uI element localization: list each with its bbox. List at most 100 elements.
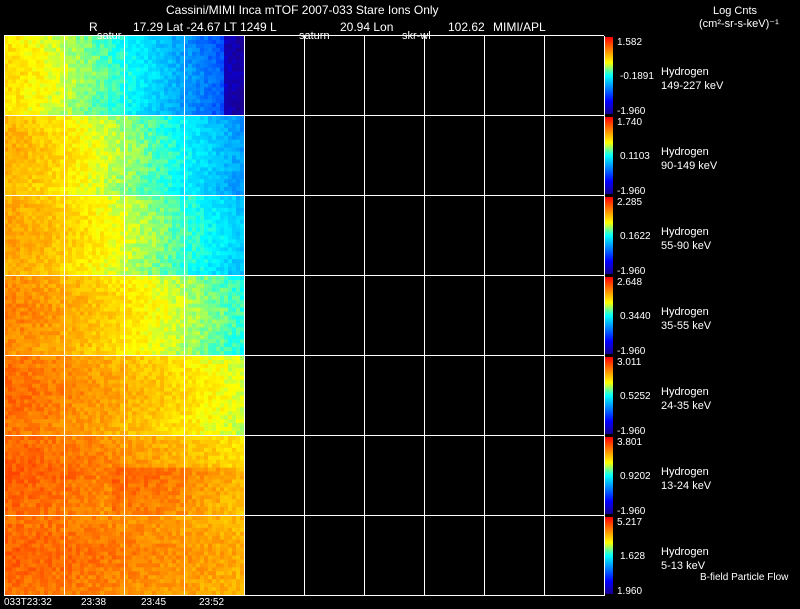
heatmap-cell — [96, 159, 101, 164]
heatmap-cell — [92, 155, 97, 160]
heatmap-cell — [208, 343, 213, 348]
heatmap-cell — [12, 147, 17, 152]
heatmap-cell — [92, 47, 97, 53]
heatmap-cell — [160, 271, 165, 276]
heatmap-cell — [208, 167, 213, 172]
heatmap-cell — [156, 291, 161, 297]
heatmap-cell — [84, 259, 89, 264]
heatmap-cell — [96, 51, 101, 57]
heatmap-cell — [240, 239, 245, 244]
heatmap-cell — [80, 39, 85, 45]
heatmap-cell — [76, 243, 81, 248]
heatmap-cell — [228, 75, 233, 80]
heatmap-cell — [100, 311, 105, 316]
heatmap-cell — [20, 375, 25, 381]
heatmap-cell — [168, 299, 173, 305]
heatmap-cell — [168, 343, 173, 348]
heatmap-cell — [76, 255, 81, 260]
heatmap-cell — [56, 55, 61, 61]
heatmap-cell — [20, 83, 25, 88]
heatmap-cell — [180, 196, 185, 201]
heatmap-cell — [200, 131, 205, 137]
heatmap-cell — [228, 343, 233, 348]
heatmap-cell — [216, 327, 221, 332]
heatmap-cell — [60, 91, 65, 96]
heatmap-cell — [16, 67, 21, 72]
heatmap-cell — [172, 139, 177, 145]
heatmap-cell — [236, 315, 241, 320]
heatmap-cell — [20, 307, 25, 312]
heatmap-cell — [112, 151, 117, 156]
heatmap-cell — [216, 47, 221, 53]
heatmap-cell — [60, 111, 65, 116]
heatmap-cell — [232, 227, 237, 232]
heatmap-cell — [88, 335, 93, 340]
heatmap-cell — [20, 175, 25, 180]
heatmap-cell — [180, 215, 185, 221]
heatmap-cell — [200, 67, 205, 72]
heatmap-cell — [176, 351, 181, 356]
heatmap-cell — [100, 255, 105, 260]
heatmap-cell — [204, 311, 209, 316]
heatmap-cell — [60, 116, 65, 121]
heatmap-cell — [236, 223, 241, 228]
heatmap-cell — [100, 276, 105, 281]
heatmap-cell — [224, 287, 229, 293]
heatmap-cell — [92, 227, 97, 232]
heatmap-cell — [20, 267, 25, 272]
heatmap-cell — [144, 223, 149, 228]
heatmap-cell — [156, 335, 161, 340]
heatmap-cell — [84, 47, 89, 53]
heatmap-cell — [28, 367, 33, 373]
heatmap-cell — [216, 55, 221, 61]
heatmap-cell — [56, 327, 61, 332]
heatmap-cell — [8, 279, 13, 285]
heatmap-cell — [92, 127, 97, 133]
heatmap-cell — [20, 303, 25, 308]
heatmap-cell — [96, 251, 101, 256]
heatmap-cell — [236, 59, 241, 65]
heatmap-cell — [100, 63, 105, 68]
heatmap-cell — [84, 283, 89, 289]
heatmap-cell — [196, 116, 201, 121]
heatmap-cell — [60, 167, 65, 172]
heatmap-cell — [108, 287, 113, 293]
heatmap-cell — [200, 271, 205, 276]
heatmap-cell — [160, 327, 165, 332]
heatmap-cell — [236, 155, 241, 160]
heatmap-cell — [32, 415, 37, 420]
heatmap-cell — [92, 199, 97, 205]
heatmap-cell — [136, 107, 141, 112]
heatmap-cell — [16, 103, 21, 108]
heatmap-cell — [160, 291, 165, 297]
heatmap-cell — [160, 131, 165, 137]
heatmap-cell — [176, 227, 181, 232]
heatmap-cell — [8, 415, 13, 420]
heatmap-cell — [180, 39, 185, 45]
heatmap-cell — [212, 183, 217, 188]
heatmap-cell — [224, 95, 229, 100]
heatmap-cell — [228, 287, 233, 293]
heatmap-cell — [172, 203, 177, 209]
heatmap-cell — [44, 267, 49, 272]
heatmap-cell — [88, 276, 93, 281]
heatmap-cell — [68, 119, 73, 125]
heatmap-cell — [220, 116, 225, 121]
heatmap-cell — [144, 67, 149, 72]
heatmap-cell — [48, 179, 53, 184]
heatmap-cell — [28, 343, 33, 348]
heatmap-cell — [132, 343, 137, 348]
heatmap-cell — [240, 347, 245, 352]
heatmap-cell — [8, 87, 13, 92]
heatmap-cell — [8, 207, 13, 213]
heatmap-cell — [76, 351, 81, 356]
heatmap-cell — [140, 303, 145, 308]
heatmap-cell — [100, 235, 105, 240]
heatmap-cell — [44, 111, 49, 116]
heatmap-cell — [128, 171, 133, 176]
heatmap-cell — [88, 75, 93, 80]
heatmap-cell — [172, 103, 177, 108]
heatmap-cell — [172, 119, 177, 125]
heatmap-cell — [140, 99, 145, 104]
heatmap-cell — [84, 163, 89, 168]
